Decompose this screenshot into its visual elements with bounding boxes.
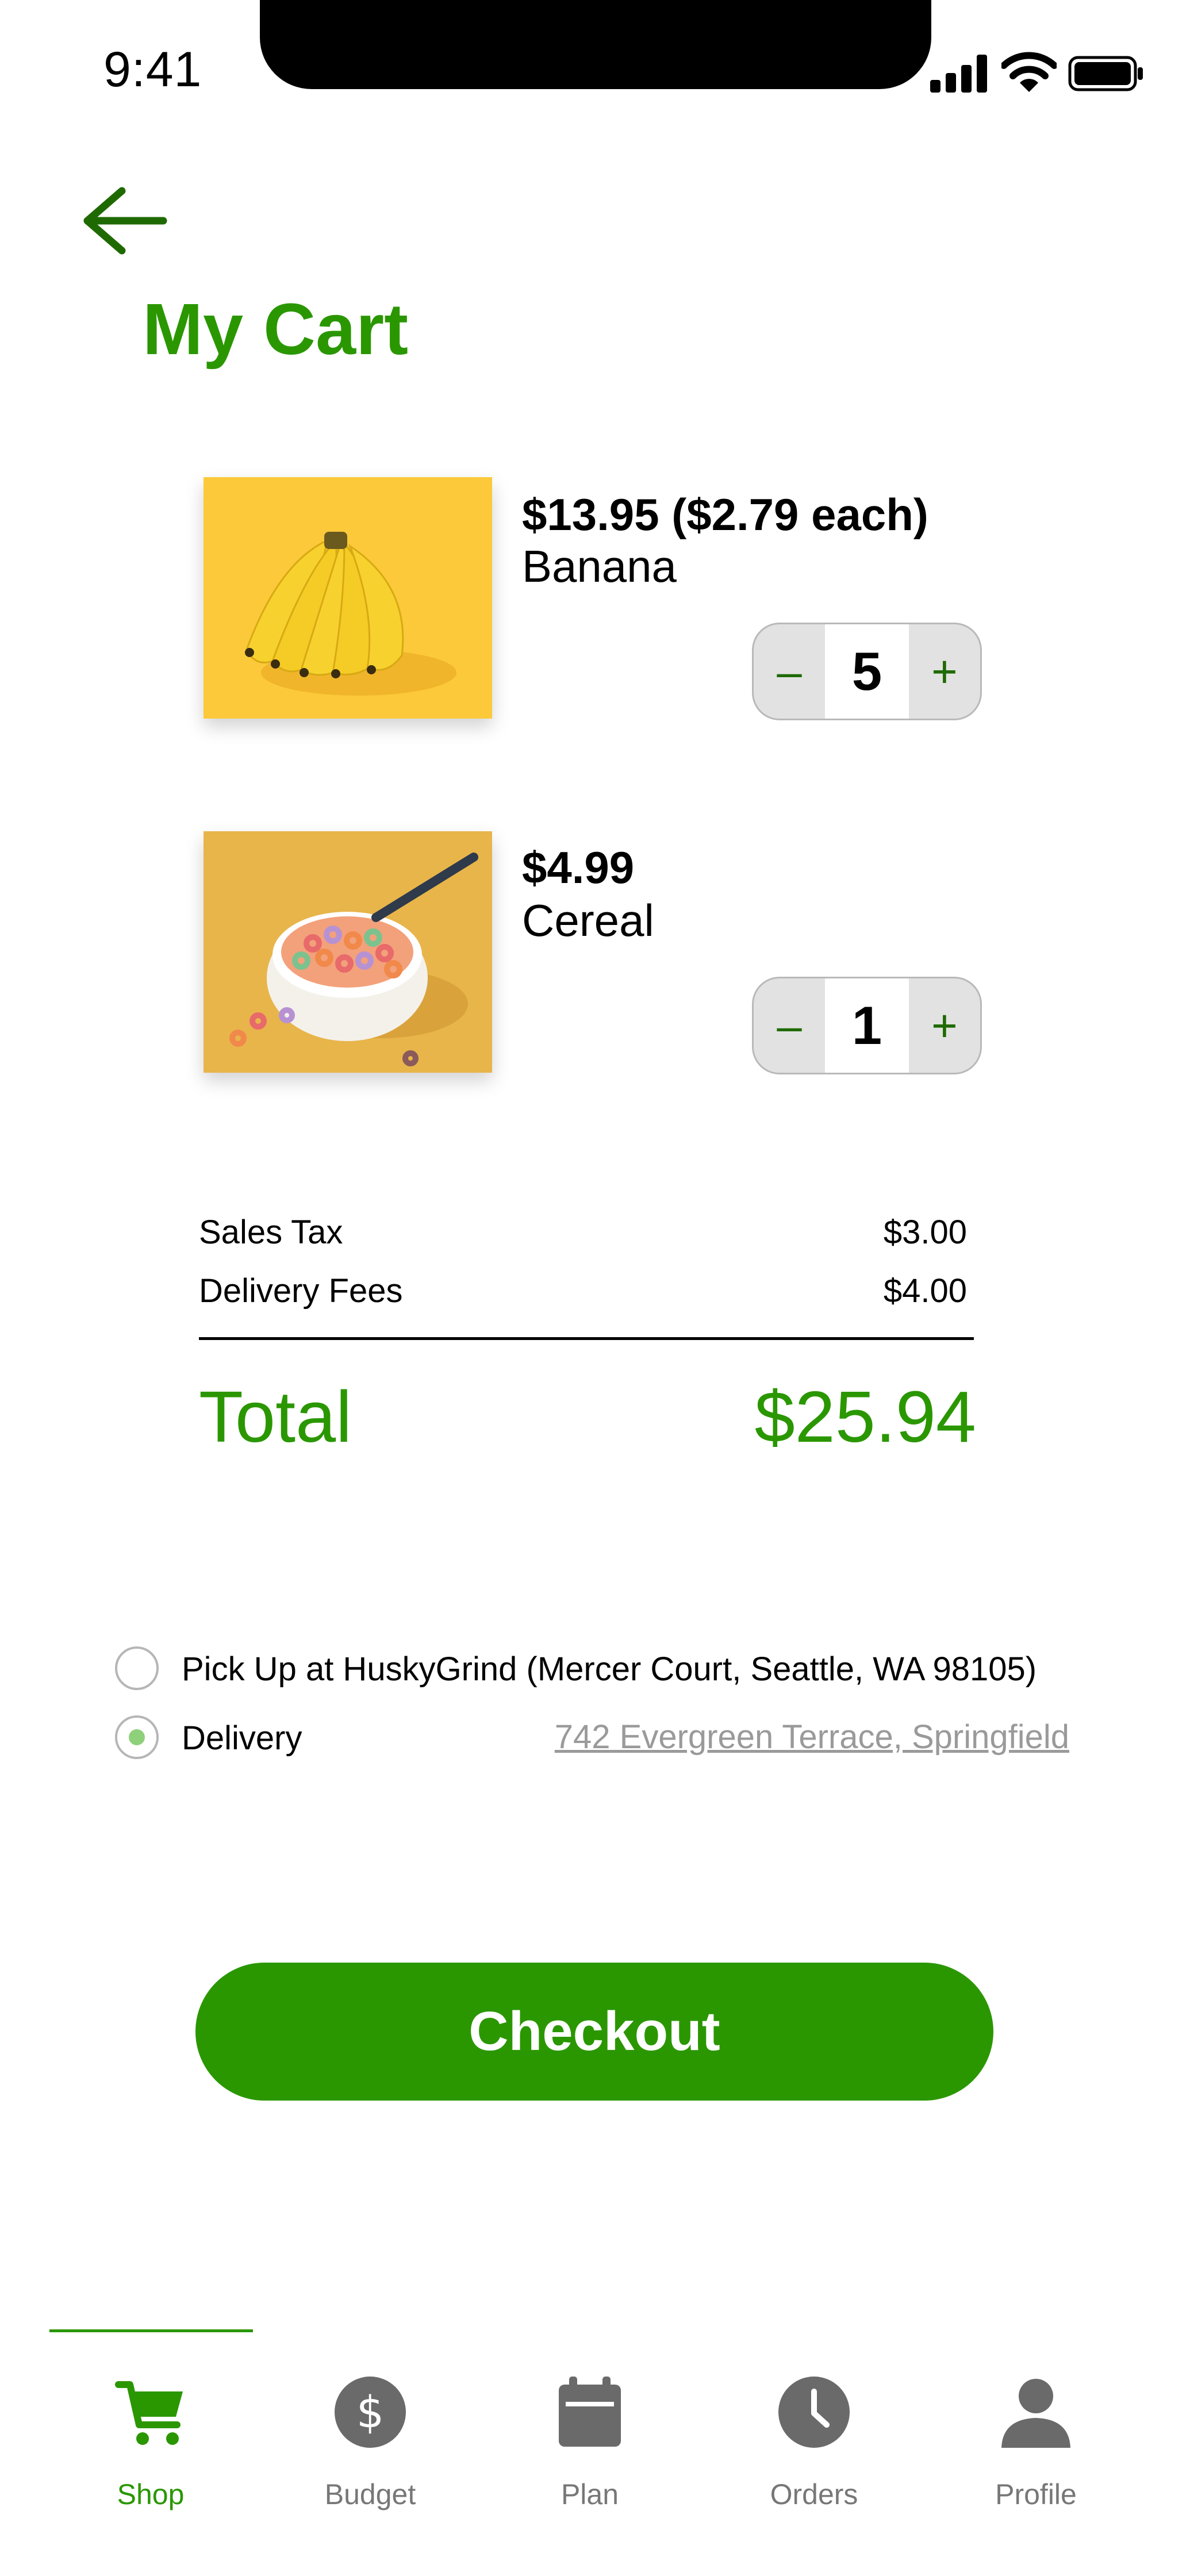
- tab-label: Budget: [324, 2478, 416, 2510]
- cellular-signal-icon: [930, 55, 987, 93]
- tab-orders[interactable]: Orders: [739, 2374, 889, 2547]
- pickup-radio[interactable]: [115, 1646, 159, 1690]
- tab-label: Profile: [995, 2478, 1077, 2510]
- tab-profile[interactable]: Profile: [961, 2374, 1111, 2547]
- delivery-address-link[interactable]: 742 Evergreen Terrace, Springfield: [540, 1718, 1069, 1756]
- radio-selected-dot: [129, 1729, 145, 1745]
- quantity-stepper: – 5 +: [752, 623, 982, 720]
- tab-plan[interactable]: Plan: [515, 2374, 665, 2547]
- decrease-quantity-button[interactable]: –: [754, 978, 825, 1073]
- cart-icon: [115, 2381, 183, 2445]
- sales-tax-label: Sales Tax: [199, 1214, 343, 1251]
- item-name: Banana: [522, 541, 677, 592]
- decrease-quantity-button[interactable]: –: [754, 624, 825, 719]
- delivery-fees-label: Delivery Fees: [199, 1272, 403, 1310]
- summary-divider: [199, 1337, 974, 1340]
- tab-label: Plan: [561, 2478, 619, 2510]
- battery-icon: [1068, 56, 1143, 91]
- quantity-value: 5: [825, 624, 909, 719]
- banana-image: [204, 477, 492, 719]
- wifi-icon: [1001, 52, 1057, 92]
- total-value: $25.94: [754, 1376, 976, 1457]
- tab-label: Shop: [117, 2478, 185, 2510]
- total-label: Total: [199, 1376, 352, 1457]
- delivery-fees-value: $4.00: [883, 1272, 967, 1310]
- delivery-radio[interactable]: [115, 1715, 159, 1759]
- delivery-label: Delivery: [182, 1719, 302, 1757]
- calendar-icon: [559, 2377, 621, 2447]
- page-title: My Cart: [143, 289, 409, 370]
- item-price: $4.99: [522, 842, 635, 893]
- item-price: $13.95 ($2.79 each): [522, 489, 928, 540]
- status-time: 9:41: [103, 42, 202, 97]
- increase-quantity-button[interactable]: +: [909, 978, 980, 1073]
- item-name: Cereal: [522, 895, 654, 946]
- checkout-button[interactable]: Checkout: [195, 1963, 993, 2101]
- active-tab-indicator: [49, 2329, 253, 2332]
- svg-text:$: $: [356, 2386, 384, 2437]
- sales-tax-value: $3.00: [883, 1214, 967, 1251]
- cereal-image: [204, 831, 492, 1073]
- dollar-icon: $: [335, 2377, 406, 2448]
- pickup-label: Pick Up at HuskyGrind (Mercer Court, Sea…: [182, 1650, 1037, 1688]
- quantity-stepper: – 1 +: [752, 977, 982, 1074]
- person-icon: [1001, 2379, 1070, 2448]
- quantity-value: 1: [825, 978, 909, 1073]
- clock-icon: [778, 2377, 850, 2448]
- back-arrow-icon[interactable]: [82, 185, 168, 256]
- tab-label: Orders: [770, 2478, 858, 2510]
- tab-budget[interactable]: $ Budget: [295, 2374, 445, 2547]
- tab-shop[interactable]: Shop: [76, 2374, 225, 2547]
- device-notch: [260, 0, 931, 89]
- increase-quantity-button[interactable]: +: [909, 624, 980, 719]
